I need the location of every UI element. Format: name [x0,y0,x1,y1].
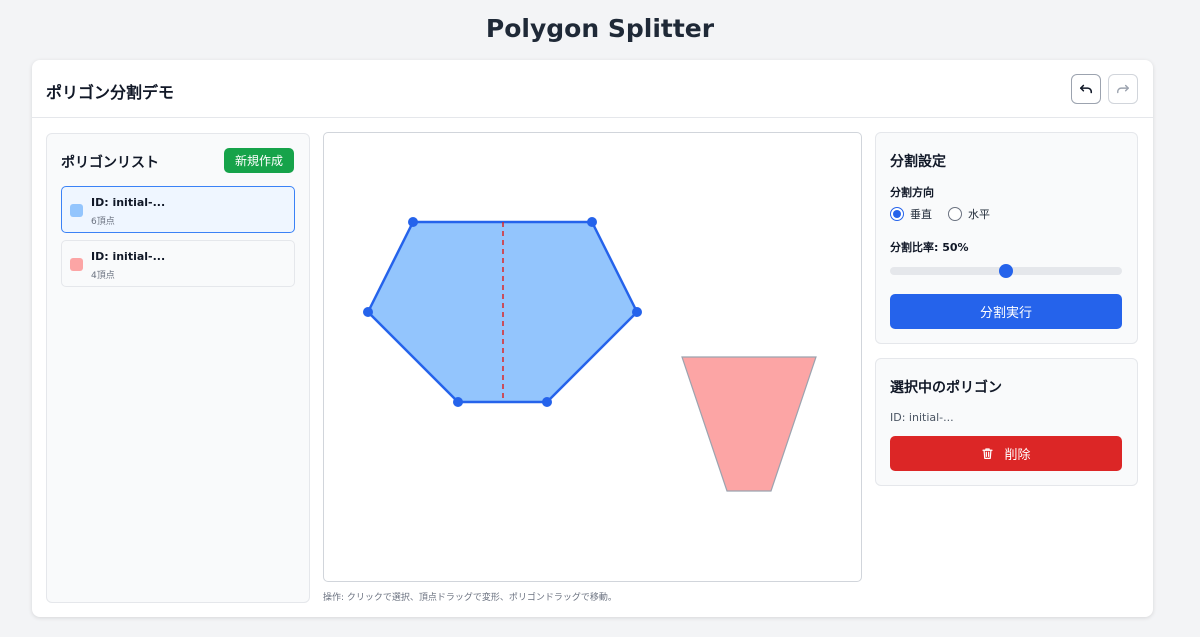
polygon-list-item[interactable]: ID: initial-... 6頂点 [61,186,295,233]
redo-icon [1117,84,1129,94]
vertex-handle[interactable] [587,217,597,227]
vertex-handle[interactable] [632,307,642,317]
polygon-list-heading: ポリゴンリスト [61,155,159,171]
selected-polygon-id: ID: initial-... [890,411,954,424]
polygon-list-panel: ポリゴンリスト 新規作成 ID: initial-... 6頂点 ID: ini… [46,133,310,603]
split-settings-panel: 分割設定 分割方向 垂直 水平 分割比率: 50% 分割実行 [875,132,1138,344]
card-header: ポリゴン分割デモ [32,60,1153,118]
polygon-id-label: ID: initial-... [91,196,166,209]
selected-polygon-title: 選択中のポリゴン [890,380,1002,396]
vertex-handle[interactable] [408,217,418,227]
radio-horizontal-dot[interactable] [948,207,962,221]
undo-button[interactable] [1071,74,1101,104]
radio-vertical[interactable]: 垂直 [890,206,932,222]
new-polygon-button[interactable]: 新規作成 [224,148,294,173]
radio-horizontal[interactable]: 水平 [948,206,990,222]
split-settings-title: 分割設定 [890,154,946,170]
split-ratio-label: 分割比率: 50% [890,241,969,254]
other-polygon[interactable] [681,356,817,492]
split-direction-group: 垂直 水平 [890,206,1006,222]
canvas-hint: 操作: クリックで選択、頂点ドラッグで変形、ポリゴンドラッグで移動。 [323,593,617,603]
split-execute-button[interactable]: 分割実行 [890,294,1122,329]
card-title: ポリゴン分割デモ [46,83,175,102]
radio-vertical-dot[interactable] [890,207,904,221]
selected-polygon-panel: 選択中のポリゴン ID: initial-... 削除 [875,358,1138,486]
polygon-canvas[interactable] [323,132,862,582]
vertex-handle[interactable] [542,397,552,407]
polygon-id-label: ID: initial-... [91,250,166,263]
slider-thumb[interactable] [999,264,1013,278]
split-direction-label: 分割方向 [890,186,934,199]
page-title: Polygon Splitter [485,14,715,43]
canvas-svg[interactable] [324,133,862,582]
radio-horizontal-label: 水平 [968,208,990,221]
trash-icon [982,448,994,459]
polygon-color-swatch [70,258,83,271]
radio-vertical-label: 垂直 [910,208,932,221]
polygon-color-swatch [70,204,83,217]
delete-button-label: 削除 [1004,448,1031,463]
polygon-vertex-count: 4頂点 [91,271,115,281]
undo-icon [1079,84,1093,94]
split-ratio-slider[interactable] [890,264,1122,278]
polygon-list-item[interactable]: ID: initial-... 4頂点 [61,240,295,287]
vertex-handle[interactable] [453,397,463,407]
app-card: ポリゴン分割デモ ポリゴンリスト 新規作成 ID: initial-... 6頂… [32,60,1153,617]
vertex-handle[interactable] [363,307,373,317]
delete-button[interactable]: 削除 [890,436,1122,471]
redo-button[interactable] [1108,74,1138,104]
polygon-vertex-count: 6頂点 [91,217,115,227]
